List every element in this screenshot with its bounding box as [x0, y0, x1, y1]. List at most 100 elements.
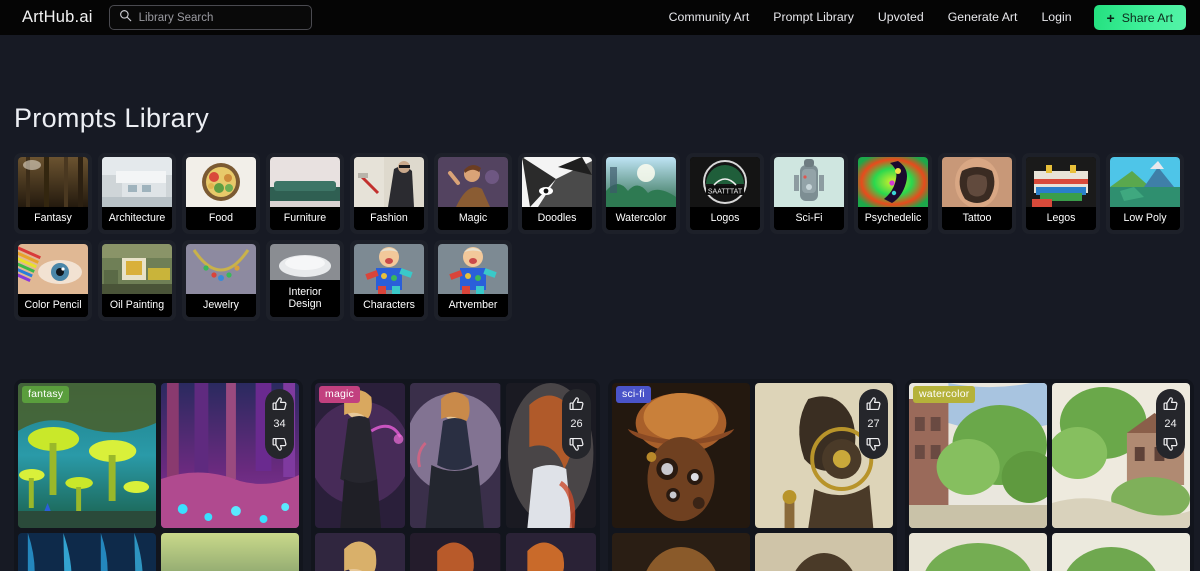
category-card-characters[interactable]: Characters: [350, 240, 428, 321]
gallery: fantasy 34 magic 26 sci-fi 27 watercolor…: [14, 379, 1194, 571]
gallery-group-magic[interactable]: magic 26: [311, 379, 600, 571]
category-card-sci-fi[interactable]: Sci-Fi: [770, 153, 848, 234]
category-thumbnail: [354, 157, 424, 207]
vote-pill: 34: [265, 389, 294, 459]
category-card-doodles[interactable]: Doodles: [518, 153, 596, 234]
nav-item-upvoted[interactable]: Upvoted: [866, 0, 936, 35]
vote-pill: 27: [859, 389, 888, 459]
thumbs-down-icon[interactable]: [1162, 435, 1179, 452]
category-label: Watercolor: [606, 207, 676, 230]
artwork-image: [315, 383, 406, 528]
category-card-legos[interactable]: Legos: [1022, 153, 1100, 234]
gallery-group-sci-fi[interactable]: sci-fi 27: [608, 379, 897, 571]
vote-count: 24: [1164, 418, 1177, 430]
category-card-color-pencil[interactable]: Color Pencil: [14, 240, 92, 321]
category-card-logos[interactable]: SAATTTAT Logos: [686, 153, 764, 234]
vote-pill: 24: [1156, 389, 1185, 459]
category-label: Color Pencil: [18, 294, 88, 317]
category-label: Fashion: [354, 207, 424, 230]
gallery-tile[interactable]: [315, 383, 406, 528]
category-label: Doodles: [522, 207, 592, 230]
thumbs-up-icon[interactable]: [568, 396, 585, 413]
gallery-tile[interactable]: [909, 533, 1047, 571]
vote-count: 27: [867, 418, 880, 430]
nav-item-generate-art[interactable]: Generate Art: [936, 0, 1030, 35]
category-card-artvember[interactable]: Artvember: [434, 240, 512, 321]
gallery-tile[interactable]: [909, 383, 1047, 528]
gallery-row: [612, 533, 893, 571]
thumbs-up-icon[interactable]: [271, 396, 288, 413]
artwork-image: [909, 383, 1047, 528]
gallery-tile[interactable]: [612, 533, 750, 571]
artwork-image: [410, 383, 501, 528]
nav-item-prompt-library[interactable]: Prompt Library: [761, 0, 866, 35]
gallery-group-fantasy[interactable]: fantasy 34: [14, 379, 303, 571]
page-title: Prompts Library: [14, 103, 210, 133]
svg-text:SAATTTAT: SAATTTAT: [708, 189, 743, 196]
category-card-magic[interactable]: Magic: [434, 153, 512, 234]
vote-pill: 26: [562, 389, 591, 459]
category-card-furniture[interactable]: Furniture: [266, 153, 344, 234]
gallery-tag[interactable]: fantasy: [22, 386, 70, 403]
artwork-image: [410, 533, 501, 571]
thumbs-down-icon[interactable]: [271, 435, 288, 452]
category-thumbnail: [102, 244, 172, 294]
gallery-row: [909, 383, 1190, 528]
thumbs-down-icon[interactable]: [865, 435, 882, 452]
category-card-watercolor[interactable]: Watercolor: [602, 153, 680, 234]
category-card-food[interactable]: Food: [182, 153, 260, 234]
category-label: Magic: [438, 207, 508, 230]
category-label: Low Poly: [1110, 207, 1180, 230]
category-thumbnail: [18, 244, 88, 294]
thumbs-up-icon[interactable]: [1162, 396, 1179, 413]
category-grid: Fantasy Architecture Food Furniture Fash…: [14, 153, 1194, 321]
category-card-oil-painting[interactable]: Oil Painting: [98, 240, 176, 321]
gallery-tile[interactable]: [410, 383, 501, 528]
category-card-fashion[interactable]: Fashion: [350, 153, 428, 234]
category-thumbnail: SAATTTAT: [690, 157, 760, 207]
gallery-tile[interactable]: [1052, 533, 1190, 571]
nav-item-community-art[interactable]: Community Art: [657, 0, 762, 35]
thumbs-down-icon[interactable]: [568, 435, 585, 452]
category-card-jewelry[interactable]: Jewelry: [182, 240, 260, 321]
gallery-tile[interactable]: [18, 383, 156, 528]
gallery-tag[interactable]: watercolor: [913, 386, 976, 403]
category-thumbnail: [18, 157, 88, 207]
category-card-architecture[interactable]: Architecture: [98, 153, 176, 234]
nav-item-login[interactable]: Login: [1029, 0, 1083, 35]
category-card-fantasy[interactable]: Fantasy: [14, 153, 92, 234]
category-label: Oil Painting: [102, 294, 172, 317]
gallery-tile[interactable]: [612, 383, 750, 528]
category-label: Psychedelic: [858, 207, 928, 230]
share-art-button[interactable]: + Share Art: [1093, 5, 1186, 30]
gallery-tile[interactable]: [755, 533, 893, 571]
gallery-tile[interactable]: [505, 533, 596, 571]
category-card-tattoo[interactable]: Tattoo: [938, 153, 1016, 234]
category-thumbnail: [1026, 157, 1096, 207]
thumbs-up-icon[interactable]: [865, 396, 882, 413]
gallery-tile[interactable]: [410, 533, 501, 571]
category-label: Logos: [690, 207, 760, 230]
category-label: Furniture: [270, 207, 340, 230]
search-box[interactable]: [108, 5, 312, 30]
category-card-psychedelic[interactable]: Psychedelic: [854, 153, 932, 234]
category-card-low-poly[interactable]: Low Poly: [1106, 153, 1184, 234]
plus-icon: +: [1106, 9, 1115, 26]
artwork-image: [755, 533, 893, 571]
gallery-tile[interactable]: [315, 533, 406, 571]
site-logo[interactable]: ArtHub.ai: [22, 8, 93, 27]
category-label: Architecture: [102, 207, 172, 230]
gallery-row: [18, 383, 299, 528]
gallery-group-watercolor[interactable]: watercolor 24: [905, 379, 1194, 571]
search-icon: [119, 9, 132, 27]
search-input[interactable]: [138, 11, 302, 24]
category-card-interior-design[interactable]: Interior Design: [266, 240, 344, 321]
gallery-tile[interactable]: [161, 533, 299, 571]
gallery-tag[interactable]: sci-fi: [616, 386, 651, 403]
category-thumbnail: [606, 157, 676, 207]
vote-count: 26: [570, 418, 583, 430]
gallery-tag[interactable]: magic: [319, 386, 361, 403]
category-label: Tattoo: [942, 207, 1012, 230]
gallery-tile[interactable]: [18, 533, 156, 571]
artwork-image: [612, 383, 750, 528]
